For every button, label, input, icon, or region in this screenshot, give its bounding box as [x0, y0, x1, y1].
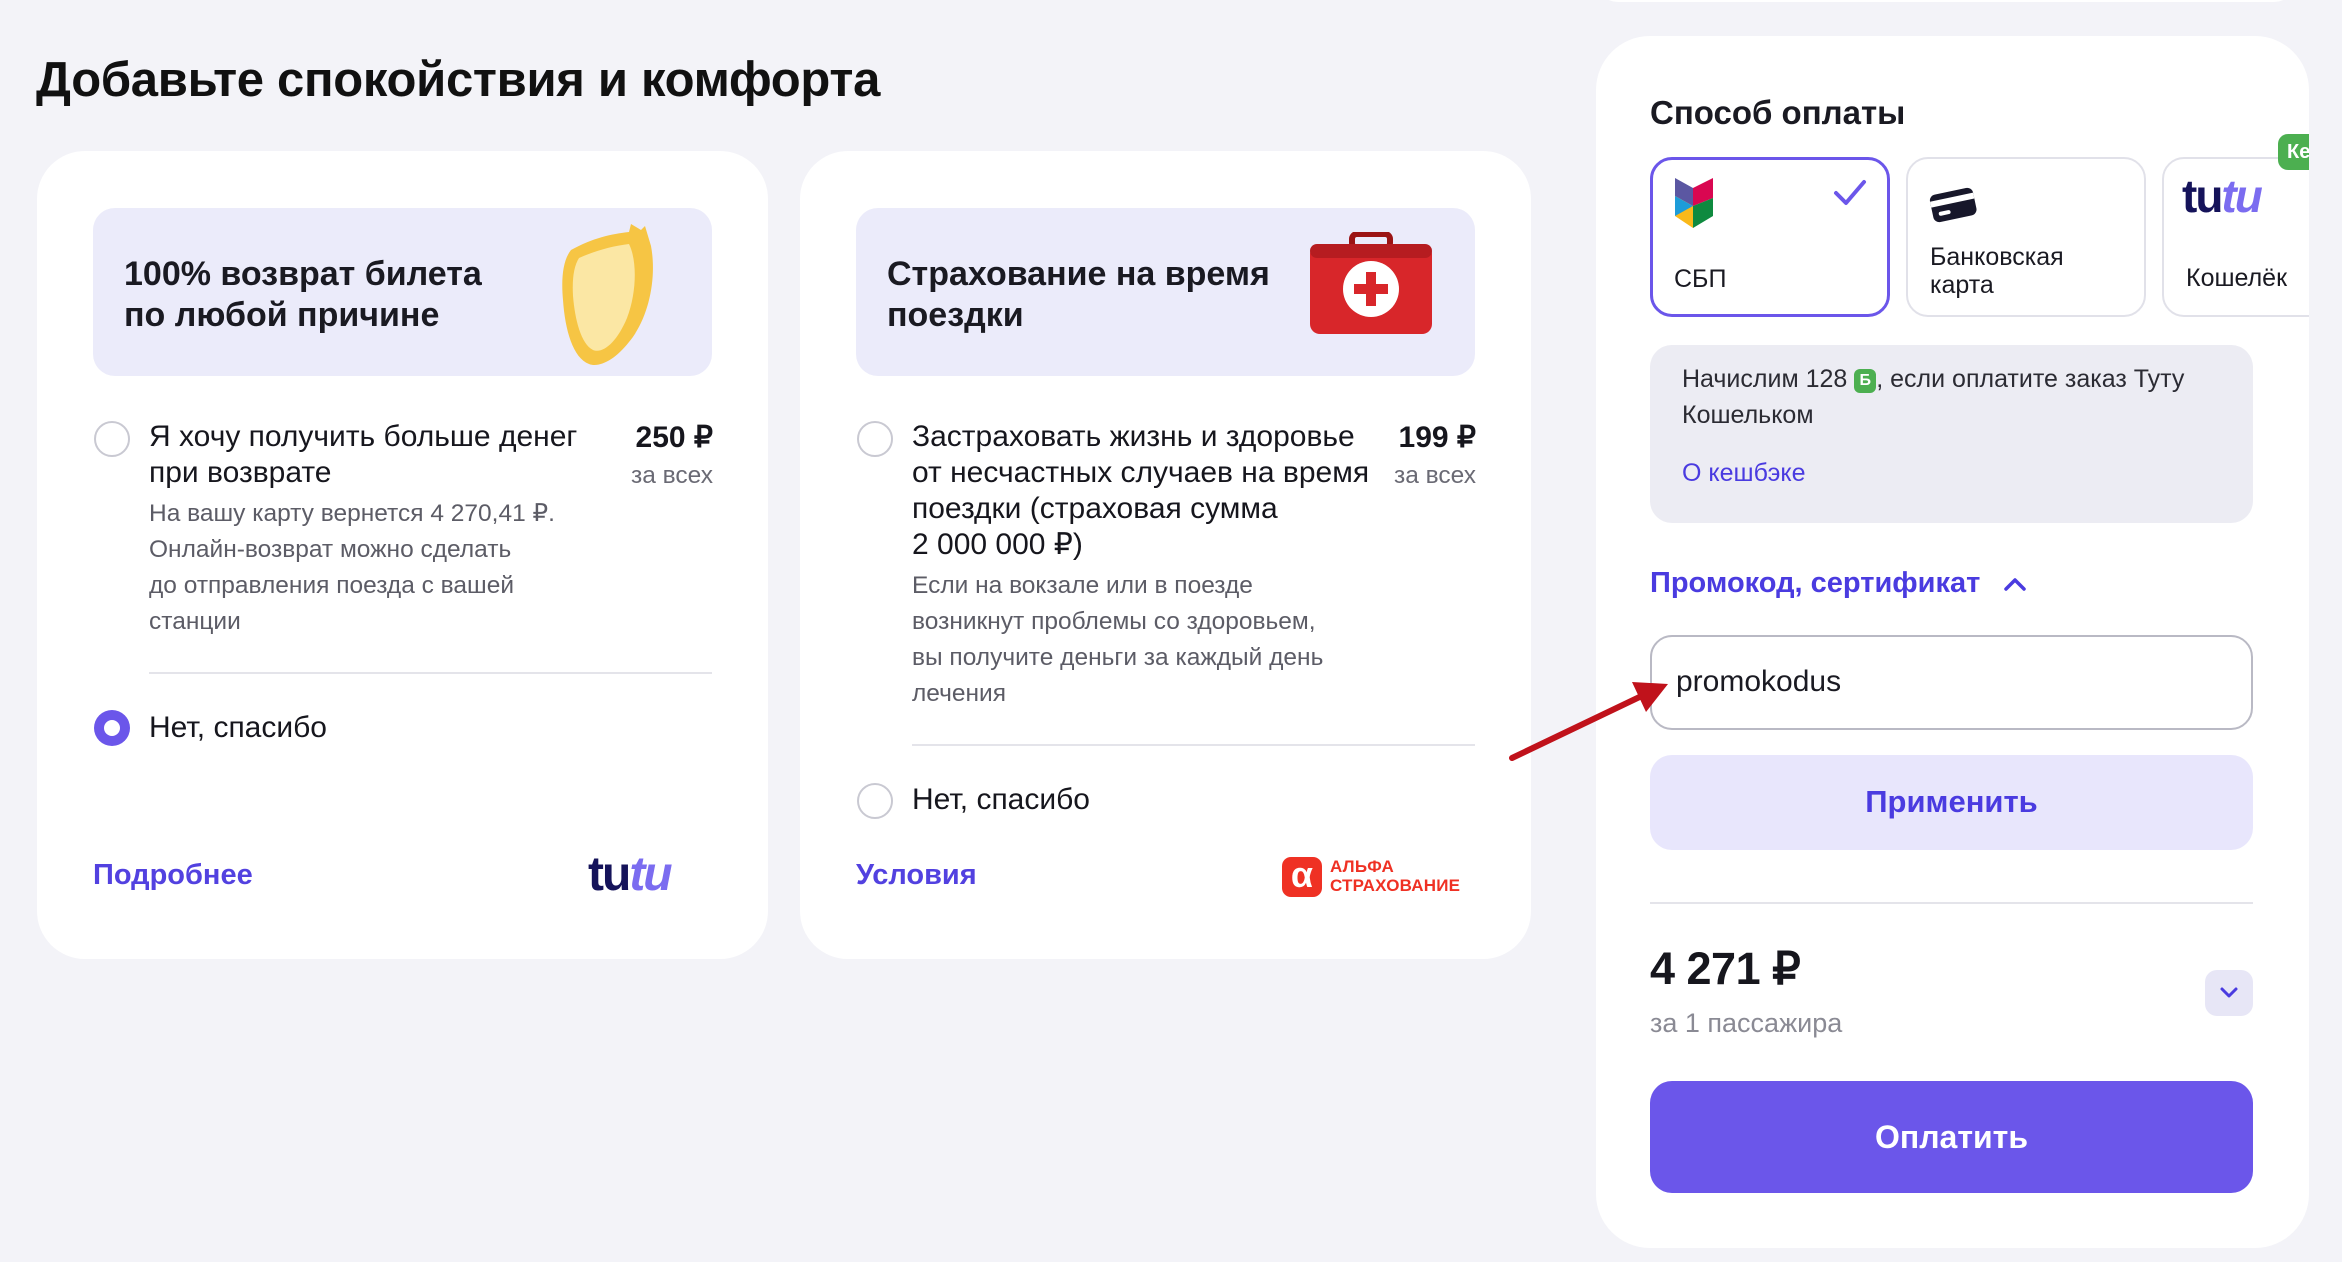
tutu-logo: tutu: [588, 848, 673, 901]
insurance-option-description: Если на вокзале или в поезде возникнут п…: [912, 572, 1324, 707]
refund-banner: 100% возврат билета по любой причине: [93, 208, 712, 376]
insurance-decline-label[interactable]: Нет, спасибо: [912, 782, 1090, 818]
check-icon: [1834, 180, 1866, 205]
refund-price-sub: за всех: [631, 462, 713, 489]
refund-card: 100% возврат билета по любой причине Я х…: [37, 151, 768, 959]
pay-button[interactable]: Оплатить: [1650, 1081, 2253, 1193]
payment-panel: Способ оплаты СБП Банковская карта tutu …: [1596, 36, 2309, 1248]
payment-method-bank-card[interactable]: Банковская карта: [1906, 157, 2146, 317]
payment-method-sbp[interactable]: СБП: [1650, 157, 1890, 317]
insurance-price: 199 ₽: [1398, 421, 1476, 454]
annotation-arrow-icon: [1509, 682, 1668, 761]
promo-toggle[interactable]: Промокод, сертификат: [1650, 567, 2028, 600]
insurance-banner: Страхование на время поездки: [856, 208, 1475, 376]
refund-banner-title: 100% возврат билета по любой причине: [124, 255, 482, 334]
refund-decline-label[interactable]: Нет, спасибо: [149, 710, 327, 746]
insurance-option-label[interactable]: Застраховать жизнь и здоровье от несчаст…: [912, 419, 1372, 563]
wallet-cashback-badge: Ке: [2278, 134, 2309, 170]
bank-card-icon: [1929, 187, 1977, 223]
top-partial-card: [1596, 0, 2296, 2]
payment-method-bank-card-label: Банковская карта: [1930, 243, 2064, 299]
cashback-link[interactable]: О кешбэке: [1682, 459, 1806, 488]
refund-option-label[interactable]: Я хочу получить больше денег при возврат…: [149, 419, 589, 491]
promo-code-input[interactable]: promokodus: [1650, 635, 2253, 730]
insurance-divider: [912, 744, 1475, 746]
refund-more-link[interactable]: Подробнее: [93, 859, 253, 892]
insurance-terms-link[interactable]: Условия: [856, 859, 977, 892]
insurance-banner-title: Страхование на время поездки: [887, 255, 1270, 334]
refund-option-radio[interactable]: [94, 421, 130, 457]
refund-decline-radio[interactable]: [94, 710, 130, 746]
insurance-decline-radio[interactable]: [857, 783, 893, 819]
payment-method-sbp-label: СБП: [1674, 265, 1727, 293]
payment-title: Способ оплаты: [1650, 94, 1906, 131]
cashback-info: Начислим 128 Б, если оплатите заказ Туту…: [1650, 345, 2253, 523]
cashback-text: Начислим 128 Б, если оплатите заказ Туту…: [1682, 365, 2185, 429]
alfa-logo-text: АЛЬФА СТРАХОВАНИЕ: [1330, 857, 1461, 895]
refund-option-description: На вашу карту вернется 4 270,41 ₽. Онлай…: [149, 500, 555, 635]
insurance-option-radio[interactable]: [857, 421, 893, 457]
shield-icon: [562, 224, 653, 366]
alfa-insurance-logo: α АЛЬФА СТРАХОВАНИЕ: [1280, 855, 1480, 899]
refund-price: 250 ₽: [635, 421, 713, 454]
chevron-down-icon: [2220, 987, 2238, 998]
sbp-icon: [1675, 178, 1713, 228]
chevron-up-icon: [2004, 578, 2027, 592]
payment-method-wallet[interactable]: tutu Кошелёк: [2162, 157, 2309, 317]
total-price: 4 271 ₽: [1650, 943, 1801, 994]
alfa-logo-mark: α: [1282, 857, 1322, 897]
wallet-tutu-logo: tutu: [2182, 170, 2263, 222]
price-details-toggle[interactable]: [2205, 970, 2253, 1016]
total-price-sub: за 1 пассажира: [1650, 1008, 1843, 1038]
payment-divider: [1650, 902, 2253, 904]
apply-promo-button[interactable]: Применить: [1650, 755, 2253, 850]
page-title: Добавьте спокойствия и комфорта: [36, 53, 881, 107]
refund-divider: [149, 672, 712, 674]
first-aid-kit-icon: [1310, 232, 1432, 334]
insurance-card: Страхование на время поездки Застраховат…: [800, 151, 1531, 959]
cashback-coin-badge: Б: [1854, 369, 1877, 393]
payment-method-wallet-label: Кошелёк: [2186, 264, 2288, 292]
insurance-price-sub: за всех: [1394, 462, 1476, 489]
